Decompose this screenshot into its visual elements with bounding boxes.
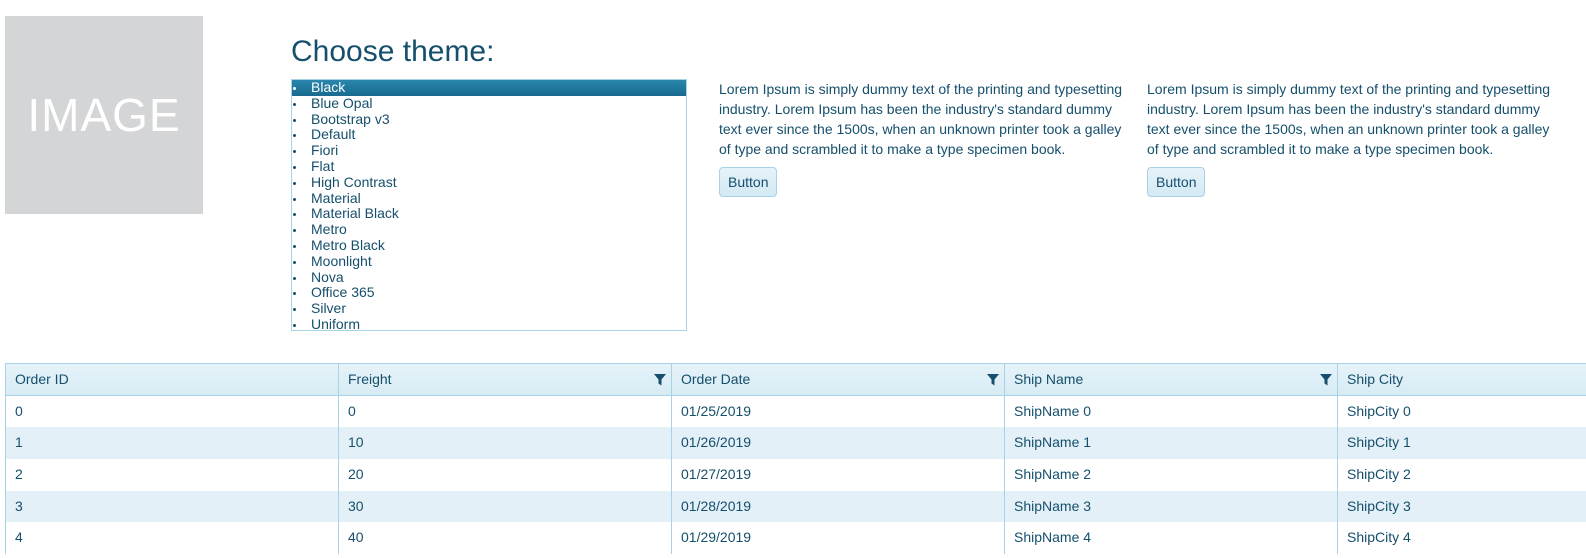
filter-icon[interactable] xyxy=(654,374,666,386)
table-row[interactable]: 4 40 01/29/2019 ShipName 4 ShipCity 4 xyxy=(6,522,1586,555)
table-cell: 0 xyxy=(6,395,339,428)
table-cell: ShipName 2 xyxy=(1005,459,1338,491)
theme-option[interactable]: Bootstrap v3 xyxy=(292,111,686,128)
table-cell: ShipCity 4 xyxy=(1347,529,1411,546)
theme-option[interactable]: Metro Black xyxy=(292,237,686,254)
theme-option[interactable]: Default xyxy=(292,127,686,143)
column-header[interactable]: Order Date xyxy=(672,364,1005,395)
filter-icon[interactable] xyxy=(1320,374,1332,386)
table-cell: 0 xyxy=(339,395,672,428)
theme-option[interactable]: Metro xyxy=(292,221,686,238)
table-row[interactable]: 1 10 01/26/2019 ShipName 1 ShipCity 1 xyxy=(6,427,1586,460)
grid-header-row: Order ID Freight Order Date Ship Name Ship C… xyxy=(6,364,1586,396)
table-cell: 01/29/2019 xyxy=(672,522,1005,555)
table-cell: 01/27/2019 xyxy=(672,459,1005,491)
content-text-block-1: Lorem Ipsum is simply dummy text of the … xyxy=(719,79,1127,159)
table-cell: ShipName 4 xyxy=(1005,522,1338,555)
table-cell: ShipName 3 xyxy=(1005,490,1338,523)
grid-body: 0 0 01/25/2019 ShipName 0 ShipCity 0 1 10 01/26… xyxy=(6,395,1586,555)
column-header[interactable]: Ship Name xyxy=(1005,364,1338,395)
table-cell: 10 xyxy=(339,427,672,460)
column-header[interactable]: Freight xyxy=(339,364,672,395)
column-header-label: Ship City xyxy=(1347,371,1404,387)
table-cell: 01/25/2019 xyxy=(672,395,1005,428)
table-cell: ShipCity 0 xyxy=(1347,402,1411,419)
orders-grid: Order ID Freight Order Date Ship Name Ship C… xyxy=(5,363,1586,555)
theme-option[interactable]: Flat xyxy=(292,158,686,175)
content-text-1: Lorem Ipsum is simply dummy text of the … xyxy=(719,81,1123,157)
theme-option[interactable]: Nova xyxy=(292,269,686,286)
table-cell: 01/26/2019 xyxy=(672,427,1005,460)
page: IMAGE Choose theme: Black Blue Opal Bootst… xyxy=(0,0,1586,558)
column-header-label: Freight xyxy=(348,371,392,387)
table-row[interactable]: 0 0 01/25/2019 ShipName 0 ShipCity 0 xyxy=(6,395,1586,428)
theme-option[interactable]: Uniform xyxy=(292,316,686,330)
table-cell: 2 xyxy=(6,459,339,491)
theme-option[interactable]: Fiori xyxy=(292,142,686,159)
filter-icon[interactable] xyxy=(987,374,999,386)
table-cell: ShipName 1 xyxy=(1005,427,1338,460)
theme-chooser-title: Choose theme: xyxy=(291,35,495,68)
theme-option[interactable]: Office 365 xyxy=(292,285,686,301)
table-row[interactable]: 2 20 01/27/2019 ShipName 2 ShipCity 2 xyxy=(6,459,1586,491)
column-header-label: Order Date xyxy=(681,371,751,387)
content-button-2[interactable]: Button xyxy=(1147,167,1206,197)
column-header[interactable]: Ship City xyxy=(1338,364,1586,395)
column-header-label: Ship Name xyxy=(1014,371,1084,387)
theme-option[interactable]: Blue Opal xyxy=(292,95,686,112)
table-cell: 30 xyxy=(339,490,672,523)
table-cell: 01/28/2019 xyxy=(672,490,1005,523)
table-cell: ShipCity 1 xyxy=(1347,434,1411,451)
content-text-2: Lorem Ipsum is simply dummy text of the … xyxy=(1147,81,1551,157)
table-cell: 3 xyxy=(6,490,339,523)
theme-option[interactable]: Silver xyxy=(292,300,686,317)
table-cell: 4 xyxy=(6,522,339,555)
theme-option[interactable]: Black xyxy=(292,80,686,96)
content-button-1[interactable]: Button xyxy=(719,167,778,197)
theme-option[interactable]: Material xyxy=(292,190,686,207)
table-cell: 1 xyxy=(6,427,339,460)
theme-option[interactable]: High Contrast xyxy=(292,174,686,191)
table-cell: ShipName 0 xyxy=(1005,395,1338,428)
column-header[interactable]: Order ID xyxy=(6,364,339,395)
table-row[interactable]: 3 30 01/28/2019 ShipName 3 ShipCity 3 xyxy=(6,490,1586,523)
table-cell: 20 xyxy=(339,459,672,491)
content-text-block-2: Lorem Ipsum is simply dummy text of the … xyxy=(1147,79,1555,159)
table-cell: ShipCity 3 xyxy=(1347,497,1411,514)
theme-option[interactable]: Moonlight xyxy=(292,253,686,270)
theme-list[interactable]: Black Blue Opal Bootstrap v3 Default Fiori Fl… xyxy=(291,79,687,331)
image-placeholder: IMAGE xyxy=(5,16,203,214)
table-cell: 40 xyxy=(339,522,672,555)
image-placeholder-label: IMAGE xyxy=(27,89,181,141)
theme-option[interactable]: Material Black xyxy=(292,206,686,222)
table-cell: ShipCity 2 xyxy=(1347,466,1411,483)
column-header-label: Order ID xyxy=(15,371,69,387)
